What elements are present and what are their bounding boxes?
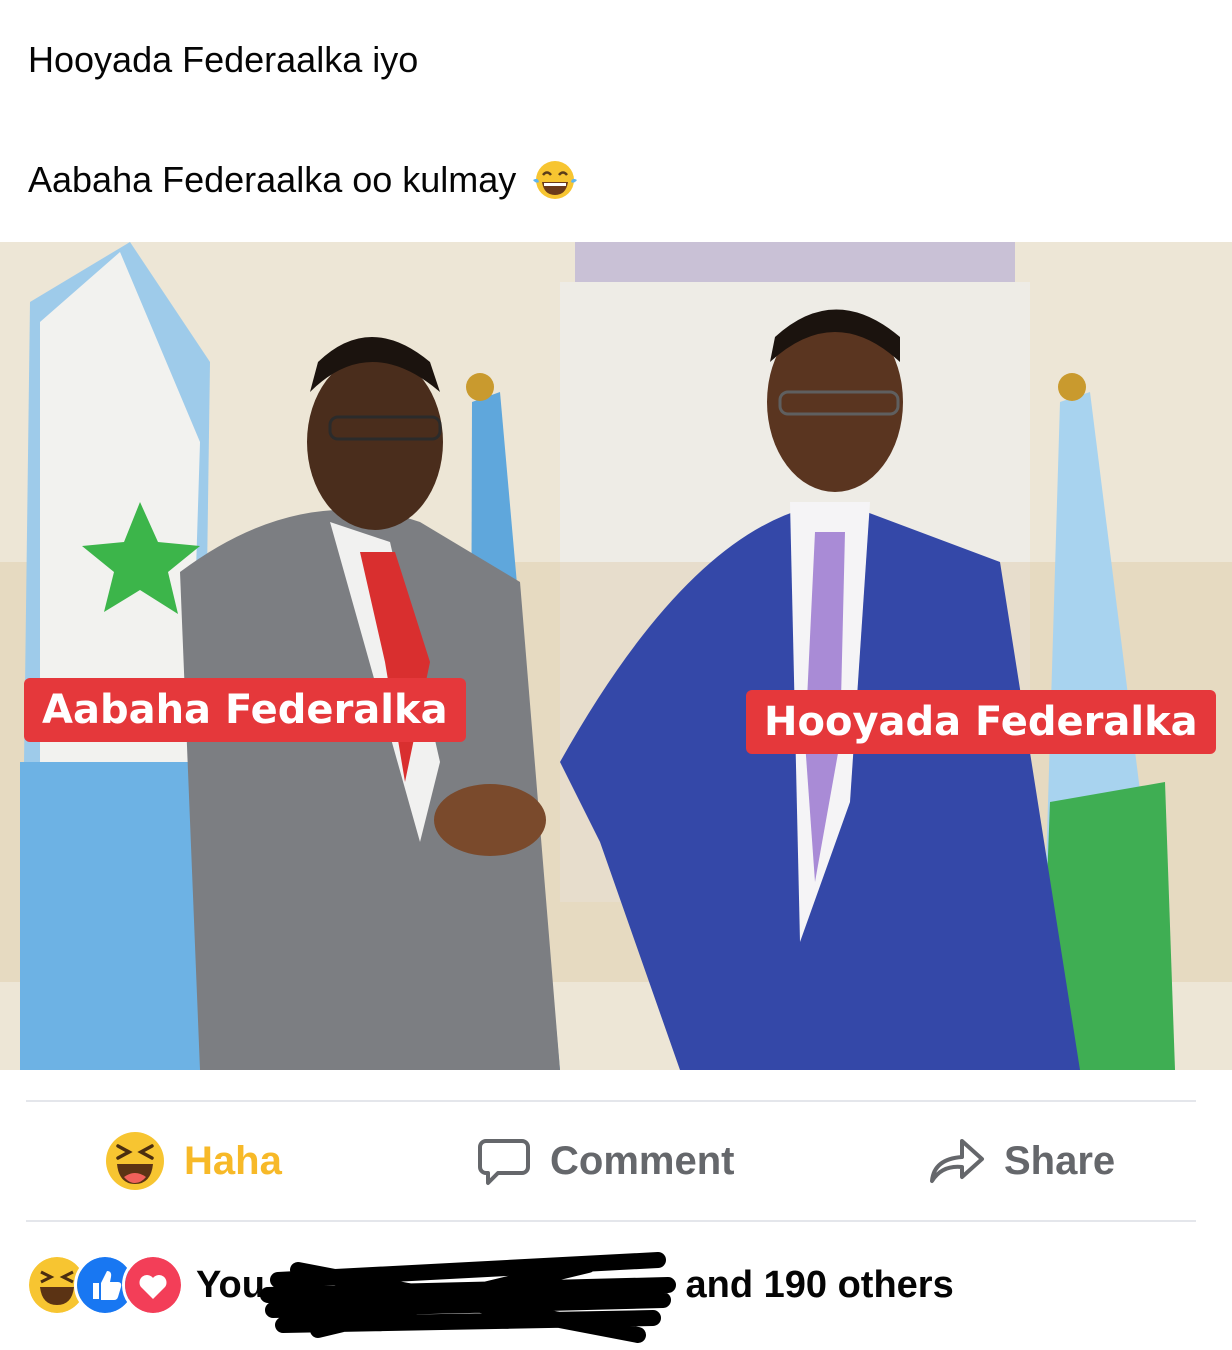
photo-label-left: Aabaha Federalka: [24, 678, 466, 742]
post-text-line-2: Aabaha Federaalka oo kulmay: [28, 159, 517, 200]
photo-label-right: Hooyada Federalka: [746, 690, 1216, 754]
joy-emoji-icon: [530, 158, 580, 202]
haha-reaction-button[interactable]: Haha: [104, 1102, 282, 1220]
redaction-scribble: [260, 1251, 676, 1343]
post-text-line-1: Hooyada Federaalka iyo: [28, 39, 419, 80]
share-button[interactable]: Share: [928, 1102, 1115, 1220]
reaction-icons: [26, 1254, 184, 1316]
others-count-label: and 190 others: [685, 1263, 954, 1306]
comment-label: Comment: [550, 1138, 735, 1183]
photo-illustration: [0, 242, 1232, 1070]
post-actions-bar: Haha Comment Share: [26, 1102, 1196, 1220]
comment-icon: [478, 1139, 530, 1185]
post-photo[interactable]: Aabaha Federalka Hooyada Federalka: [0, 242, 1232, 1070]
post-text-line-2-row: Aabaha Federaalka oo kulmay: [28, 156, 580, 204]
share-label: Share: [1004, 1138, 1116, 1183]
reactions-summary[interactable]: You, and 190 others: [26, 1250, 954, 1343]
divider-bottom: [26, 1220, 1196, 1222]
comment-button[interactable]: Comment: [476, 1102, 734, 1220]
share-icon: [930, 1139, 984, 1183]
reactors-text: You, and 190 others: [196, 1251, 954, 1343]
love-icon: [122, 1254, 184, 1316]
haha-reaction-label: Haha: [184, 1138, 282, 1183]
post-text: Hooyada Federaalka iyo Aabaha Federaalka…: [28, 36, 580, 204]
haha-icon: [106, 1132, 164, 1190]
